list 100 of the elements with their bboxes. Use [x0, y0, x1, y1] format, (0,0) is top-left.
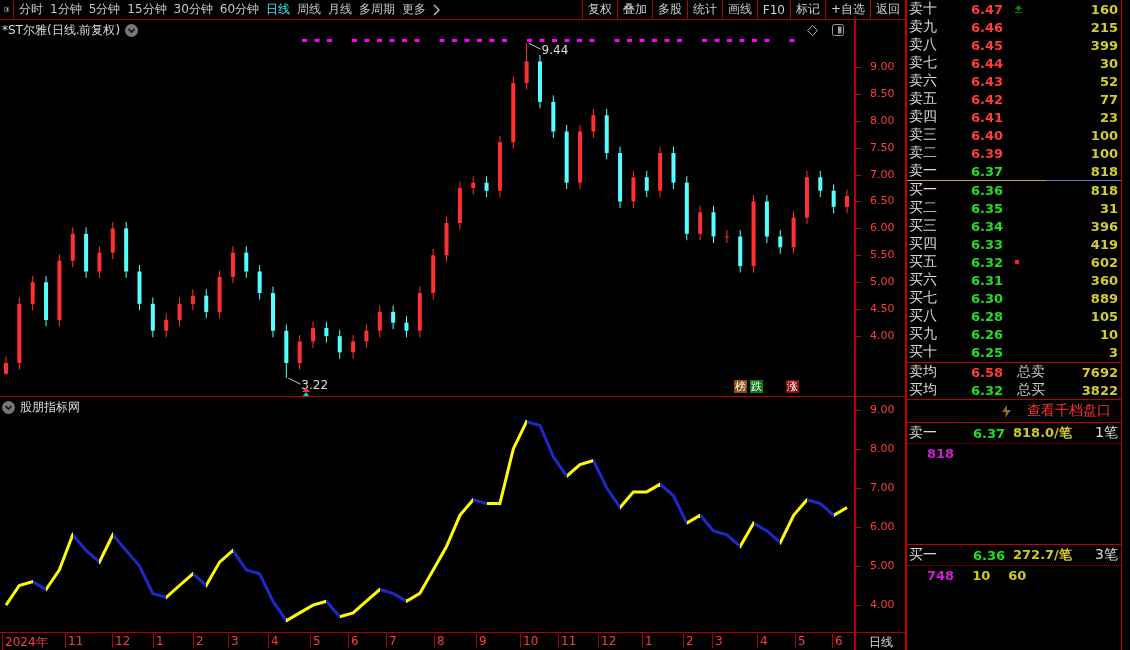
toolbar-button[interactable]: F10	[756, 0, 790, 19]
period-tab[interactable]: 周线	[297, 1, 322, 18]
axis-label: 6.50	[870, 194, 895, 209]
date-label: 4	[757, 634, 768, 648]
candlestick	[591, 108, 596, 139]
candlestick	[97, 245, 102, 279]
total-value: 3822	[1080, 382, 1119, 398]
level-label: 买八	[908, 307, 938, 325]
candlestick	[818, 170, 823, 198]
toolbar-button[interactable]: +自选	[824, 0, 870, 19]
candlestick	[110, 221, 115, 260]
level-label: 卖四	[908, 108, 938, 126]
level-label: 买五	[908, 253, 938, 271]
toolbar-button[interactable]: 标记	[789, 0, 825, 19]
axis-label: 6.00	[870, 520, 895, 534]
price-value: 6.46	[971, 19, 1005, 35]
price-value: 6.39	[971, 145, 1005, 161]
candlestick	[524, 42, 529, 90]
level-label: 买四	[908, 235, 938, 253]
total-value: 7692	[1080, 364, 1119, 380]
candlestick	[684, 175, 689, 241]
level-label: 卖六	[908, 72, 938, 90]
toolbar-button[interactable]: 叠加	[616, 0, 652, 19]
date-label: 2	[193, 634, 204, 648]
price-value: 6.36	[973, 547, 1007, 563]
level-label: 卖一	[908, 424, 938, 442]
axis-label: 8.00	[870, 441, 895, 456]
volume-value: 100	[1089, 145, 1119, 161]
price-annotation: 9.44	[528, 42, 569, 58]
average-label: 买均	[908, 381, 938, 399]
date-label: 6	[832, 634, 843, 648]
candlestick	[364, 323, 369, 349]
volume-value: 419	[1089, 236, 1119, 252]
date-label: 11	[558, 634, 577, 648]
candlestick	[564, 124, 569, 190]
axis-label: 5.00	[870, 275, 895, 290]
annotation: 9.44	[541, 43, 569, 58]
candlestick	[578, 124, 582, 190]
period-tab[interactable]: 月线	[328, 1, 353, 18]
toolbar-button[interactable]: 画线	[721, 0, 757, 19]
period-tab[interactable]: 多周期	[359, 1, 396, 18]
toolbar-button[interactable]: 多股	[651, 0, 687, 19]
toolbar-button[interactable]: 返回	[870, 0, 905, 19]
chevron-right-icon[interactable]	[433, 3, 442, 16]
date-label: 12	[112, 634, 131, 648]
candlestick	[417, 286, 422, 338]
level-label: 卖七	[908, 54, 938, 72]
axis-label: 7.00	[870, 480, 895, 495]
date-label: 10	[520, 634, 539, 648]
price-value: 6.37	[973, 425, 1007, 441]
level-label: 买九	[908, 325, 938, 343]
candlestick	[324, 321, 329, 344]
price-value: 6.28	[971, 308, 1005, 324]
total-label: 总卖	[1017, 363, 1046, 381]
price-value: 6.32	[971, 382, 1005, 398]
buy-sell-arrow-icon	[302, 387, 310, 396]
panel-toggle-icon[interactable]	[832, 24, 845, 36]
period-tab[interactable]: 5分钟	[88, 1, 121, 18]
price-value: 6.30	[971, 290, 1005, 306]
axis-label: 9.00	[870, 402, 895, 417]
toolbar-button[interactable]: 统计	[686, 0, 722, 19]
volume-value: 3	[1107, 344, 1119, 360]
signal-badge: 榜	[734, 380, 747, 393]
candlestick	[337, 329, 342, 360]
toolbar-button[interactable]: 复权	[581, 0, 617, 19]
candlestick	[70, 226, 75, 268]
axis-label: 9.00	[870, 59, 895, 74]
candlestick	[244, 245, 249, 279]
candlestick	[377, 304, 382, 338]
date-label: 7	[386, 634, 397, 648]
diamond-icon[interactable]	[807, 24, 819, 36]
period-tab[interactable]: 30分钟	[173, 1, 213, 18]
chart-title: *ST尔雅(日线.前复权)	[2, 22, 121, 39]
candlestick	[831, 183, 836, 214]
dropdown-icon[interactable]	[2, 401, 15, 414]
candlestick	[658, 146, 663, 198]
price-value: 6.44	[971, 55, 1005, 71]
period-tab[interactable]: 更多	[402, 1, 427, 18]
candlestick	[137, 264, 142, 311]
candlestick	[791, 210, 796, 255]
average-label: 卖均	[908, 363, 938, 381]
volume-value: 215	[1089, 19, 1119, 35]
candlestick	[217, 269, 222, 319]
candlestick	[391, 304, 396, 330]
order-size: 10	[972, 568, 991, 583]
candlestick	[471, 175, 476, 195]
dropdown-icon[interactable]	[125, 24, 139, 37]
period-tab[interactable]: 分时	[19, 1, 43, 18]
period-tab[interactable]: 60分钟	[219, 1, 260, 18]
period-tab[interactable]: 15分钟	[127, 1, 167, 18]
period-tab[interactable]: 1分钟	[50, 1, 82, 18]
candlestick	[190, 288, 195, 311]
signal-badge: 跌	[750, 380, 763, 393]
depth-link[interactable]: 查看千档盘口	[1027, 402, 1111, 420]
candlestick	[84, 226, 89, 279]
axis-label: 7.00	[870, 167, 895, 182]
axis-label: 4.00	[870, 598, 895, 613]
date-label: 1	[153, 634, 164, 648]
volume-value: 100	[1089, 127, 1119, 143]
period-tab[interactable]: 日线	[266, 1, 291, 18]
